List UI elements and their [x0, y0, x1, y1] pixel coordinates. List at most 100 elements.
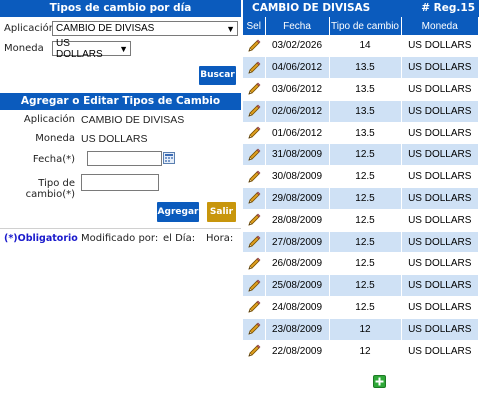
pencil-icon[interactable]: [246, 256, 262, 272]
row-fecha: 28/08/2009: [265, 209, 330, 232]
pencil-icon[interactable]: [246, 38, 262, 54]
grid-title-bar: CAMBIO DE DIVISAS # Reg.15: [243, 0, 479, 17]
row-tipo: 12.5: [329, 274, 402, 298]
row-select-cell[interactable]: [243, 187, 266, 210]
edit-aplicacion-value: CAMBIO DE DIVISAS: [81, 114, 185, 126]
tipo-input[interactable]: [81, 174, 159, 191]
row-moneda: US DOLLARS: [401, 100, 479, 123]
row-moneda: US DOLLARS: [401, 274, 479, 298]
pencil-icon[interactable]: [246, 321, 262, 337]
hora-label: Hora:: [206, 233, 234, 244]
row-moneda: US DOLLARS: [401, 318, 479, 341]
row-tipo: 14: [329, 35, 402, 58]
row-select-cell[interactable]: [243, 340, 266, 363]
table-row: 01/06/2012 13.5 US DOLLARS: [243, 122, 479, 145]
row-select-cell[interactable]: [243, 274, 266, 298]
row-tipo: 12.5: [329, 296, 402, 319]
row-fecha: 22/08/2009: [265, 340, 330, 363]
row-tipo: 12.5: [329, 165, 402, 189]
pencil-icon[interactable]: [246, 234, 262, 250]
pencil-icon[interactable]: [246, 81, 262, 97]
aplicacion-select[interactable]: CAMBIO DE DIVISAS ▼: [52, 21, 238, 36]
agregar-button[interactable]: Agregar: [157, 202, 199, 222]
table-row: 28/08/2009 12.5 US DOLLARS: [243, 209, 479, 232]
table-row: 27/08/2009 12.5 US DOLLARS: [243, 231, 479, 254]
moneda-label: Moneda: [4, 43, 44, 54]
row-select-cell[interactable]: [243, 165, 266, 189]
moneda-select[interactable]: US DOLLARS ▼: [52, 38, 131, 60]
table-row: 29/08/2009 12.5 US DOLLARS: [243, 187, 479, 210]
pencil-icon[interactable]: [246, 60, 262, 76]
row-select-cell[interactable]: [243, 296, 266, 319]
row-moneda: US DOLLARS: [401, 78, 479, 101]
grid-title: CAMBIO DE DIVISAS: [252, 2, 371, 14]
row-tipo: 12.5: [329, 209, 402, 232]
row-select-cell[interactable]: [243, 78, 266, 101]
row-fecha: 25/08/2009: [265, 274, 330, 298]
row-fecha: 27/08/2009: [265, 231, 330, 254]
row-select-cell[interactable]: [243, 209, 266, 232]
pencil-icon[interactable]: [246, 103, 262, 119]
aplicacion-label: Aplicación: [4, 23, 56, 34]
row-moneda: US DOLLARS: [401, 165, 479, 189]
edit-moneda-label: Moneda: [35, 133, 75, 144]
table-row: 04/06/2012 13.5 US DOLLARS: [243, 56, 479, 80]
row-moneda: US DOLLARS: [401, 231, 479, 254]
row-tipo: 12: [329, 340, 402, 363]
moneda-select-value: US DOLLARS: [56, 37, 103, 60]
row-select-cell[interactable]: [243, 122, 266, 145]
col-sel: Sel: [243, 17, 266, 35]
row-select-cell[interactable]: [243, 100, 266, 123]
pencil-icon[interactable]: [246, 299, 262, 315]
col-fecha: Fecha: [265, 17, 330, 35]
calendar-icon[interactable]: [163, 152, 175, 164]
dia-label: el Día:: [163, 233, 196, 244]
row-fecha: 23/08/2009: [265, 318, 330, 341]
row-fecha: 03/06/2012: [265, 78, 330, 101]
right-panel: CAMBIO DE DIVISAS # Reg.15 Sel Fecha Tip…: [243, 0, 481, 388]
row-select-cell[interactable]: [243, 143, 266, 167]
pencil-icon[interactable]: [246, 190, 262, 206]
fecha-input[interactable]: [87, 151, 162, 166]
row-select-cell[interactable]: [243, 318, 266, 341]
reg-count: # Reg.15: [421, 2, 475, 14]
row-select-cell[interactable]: [243, 56, 266, 80]
row-tipo: 12.5: [329, 231, 402, 254]
pencil-icon[interactable]: [246, 212, 262, 228]
table-row: 30/08/2009 12.5 US DOLLARS: [243, 165, 479, 189]
row-select-cell[interactable]: [243, 231, 266, 254]
row-tipo: 12: [329, 318, 402, 341]
row-moneda: US DOLLARS: [401, 143, 479, 167]
row-moneda: US DOLLARS: [401, 340, 479, 363]
row-fecha: 29/08/2009: [265, 187, 330, 210]
table-row: 31/08/2009 12.5 US DOLLARS: [243, 143, 479, 167]
pencil-icon[interactable]: [246, 125, 262, 141]
exchange-table: Sel Fecha Tipo de cambio Moneda 03/02/20…: [243, 17, 479, 363]
buscar-button[interactable]: Buscar: [199, 66, 236, 85]
table-row: 22/08/2009 12 US DOLLARS: [243, 340, 479, 363]
salir-button[interactable]: Salir: [207, 202, 236, 222]
row-fecha: 04/06/2012: [265, 56, 330, 80]
add-icon[interactable]: [373, 375, 386, 388]
pencil-icon[interactable]: [246, 343, 262, 359]
col-tipo: Tipo de cambio: [329, 17, 402, 35]
pencil-icon[interactable]: [246, 169, 262, 185]
edit-aplicacion-label: Aplicación: [23, 114, 75, 125]
tipo-label: Tipo de cambio(*): [25, 178, 75, 200]
search-header: Tipos de cambio por día: [0, 0, 241, 17]
table-row: 03/02/2026 14 US DOLLARS: [243, 35, 479, 58]
row-select-cell[interactable]: [243, 252, 266, 276]
fecha-label: Fecha(*): [32, 154, 75, 165]
row-fecha: 03/02/2026: [265, 35, 330, 58]
pencil-icon[interactable]: [246, 278, 262, 294]
chevron-down-icon: ▼: [226, 23, 235, 34]
table-row: 03/06/2012 13.5 US DOLLARS: [243, 78, 479, 101]
table-row: 23/08/2009 12 US DOLLARS: [243, 318, 479, 341]
row-tipo: 13.5: [329, 56, 402, 80]
table-row: 26/08/2009 12.5 US DOLLARS: [243, 252, 479, 276]
divider: [0, 228, 241, 229]
row-moneda: US DOLLARS: [401, 252, 479, 276]
table-header-row: Sel Fecha Tipo de cambio Moneda: [243, 17, 479, 35]
pencil-icon[interactable]: [246, 147, 262, 163]
row-select-cell[interactable]: [243, 35, 266, 58]
